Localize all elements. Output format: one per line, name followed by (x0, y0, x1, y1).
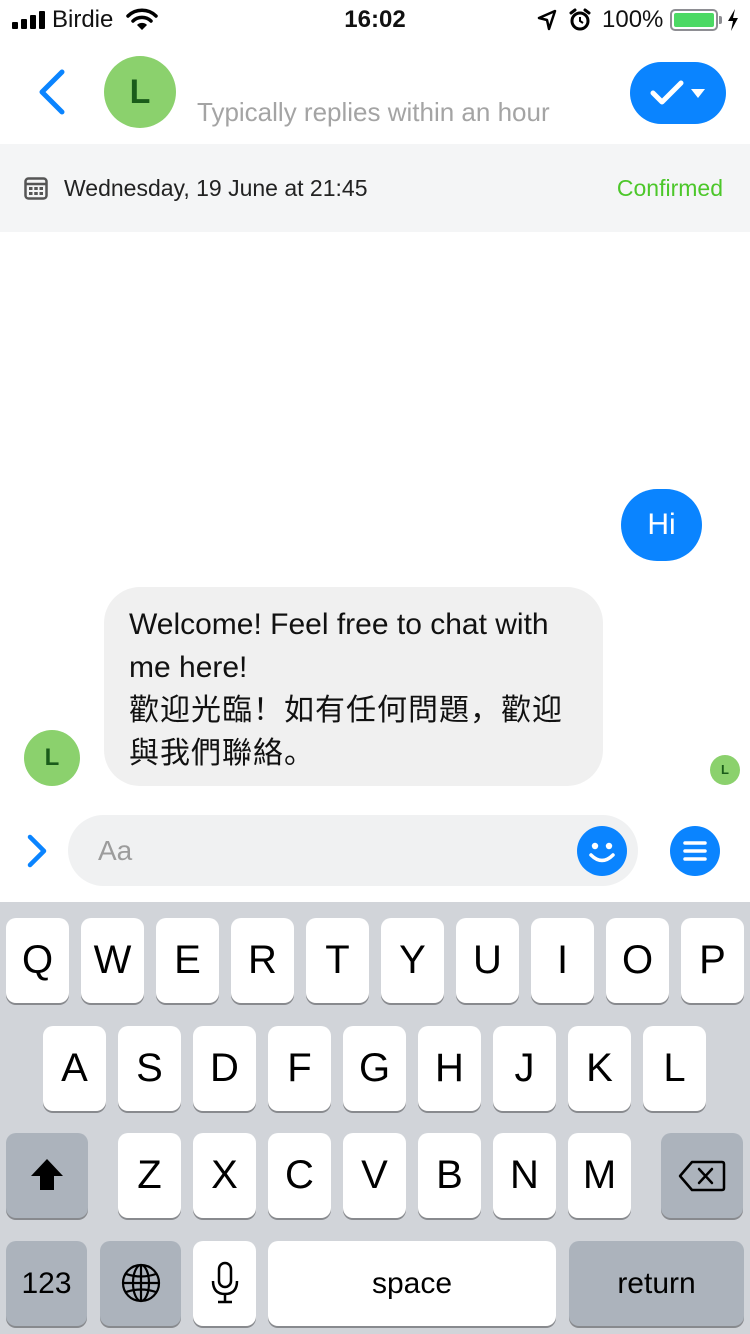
sender-avatar[interactable]: L (24, 730, 80, 786)
key-g[interactable]: G (343, 1026, 406, 1111)
avatar[interactable]: L (104, 56, 176, 128)
key-h[interactable]: H (418, 1026, 481, 1111)
key-v[interactable]: V (343, 1133, 406, 1218)
battery-icon (670, 9, 718, 31)
charging-icon (728, 9, 738, 31)
booking-datetime: Wednesday, 19 June at 21:45 (64, 175, 368, 201)
key-e[interactable]: E (156, 918, 219, 1003)
key-w[interactable]: W (81, 918, 144, 1003)
booking-status: Confirmed (616, 175, 723, 201)
backspace-key[interactable] (661, 1133, 743, 1218)
caret-down-icon (691, 89, 705, 98)
calendar-icon (24, 177, 48, 200)
key-x[interactable]: X (193, 1133, 256, 1218)
key-p[interactable]: P (681, 918, 744, 1003)
key-n[interactable]: N (493, 1133, 556, 1218)
key-u[interactable]: U (456, 918, 519, 1003)
alarm-icon (569, 8, 591, 31)
menu-icon (683, 841, 707, 861)
key-l[interactable]: L (643, 1026, 706, 1111)
key-a[interactable]: A (43, 1026, 106, 1111)
key-c[interactable]: C (268, 1133, 331, 1218)
backspace-icon (678, 1160, 726, 1192)
reply-time-subtitle: Typically replies within an hour (197, 97, 550, 127)
battery-cap (719, 16, 722, 24)
key-o[interactable]: O (606, 918, 669, 1003)
key-y[interactable]: Y (381, 918, 444, 1003)
globe-key[interactable] (100, 1241, 181, 1326)
key-r[interactable]: R (231, 918, 294, 1003)
status-bar: Birdie 16:02 100% (0, 0, 750, 40)
shift-icon (31, 1159, 63, 1190)
key-j[interactable]: J (493, 1026, 556, 1111)
booking-bar[interactable]: Wednesday, 19 June at 21:45 Confirmed (0, 144, 750, 232)
space-key[interactable]: space (268, 1241, 556, 1326)
key-t[interactable]: T (306, 918, 369, 1003)
battery-percentage: 100% (602, 6, 664, 33)
read-receipt-avatar: L (710, 755, 740, 785)
key-i[interactable]: I (531, 918, 594, 1003)
emoji-button[interactable] (577, 826, 627, 876)
shift-key[interactable] (6, 1133, 88, 1218)
message-text-en: Welcome! Feel free to chat with me here! (129, 608, 549, 684)
keyboard: QWERTYUIOP ASDFGHJKL ZXCVBNM 123 space r (0, 902, 750, 1334)
key-k[interactable]: K (568, 1026, 631, 1111)
microphone-icon (211, 1261, 238, 1304)
checkmark-icon (650, 80, 684, 105)
key-s[interactable]: S (118, 1026, 181, 1111)
numbers-key[interactable]: 123 (6, 1241, 87, 1326)
message-composer[interactable] (68, 815, 638, 886)
return-key[interactable]: return (569, 1241, 744, 1326)
globe-icon (121, 1263, 160, 1303)
microphone-key[interactable] (193, 1241, 256, 1326)
chevron-left-icon[interactable] (30, 66, 74, 118)
chat-header: L Typically replies within an hour (0, 40, 750, 144)
key-b[interactable]: B (418, 1133, 481, 1218)
location-icon (537, 9, 557, 31)
key-m[interactable]: M (568, 1133, 631, 1218)
key-q[interactable]: Q (6, 918, 69, 1003)
menu-button[interactable] (670, 826, 720, 876)
smiley-icon (589, 842, 615, 863)
outgoing-message[interactable]: Hi (621, 489, 702, 561)
message-text-zh: 歡迎光臨！如有任何問題，歡迎與我們聯絡。 (129, 693, 563, 771)
chevron-right-icon[interactable] (24, 833, 50, 869)
confirm-button[interactable] (630, 62, 726, 124)
key-z[interactable]: Z (118, 1133, 181, 1218)
key-f[interactable]: F (268, 1026, 331, 1111)
key-d[interactable]: D (193, 1026, 256, 1111)
message-input[interactable] (98, 831, 558, 871)
incoming-message[interactable]: Welcome! Feel free to chat with me here!… (104, 587, 603, 786)
